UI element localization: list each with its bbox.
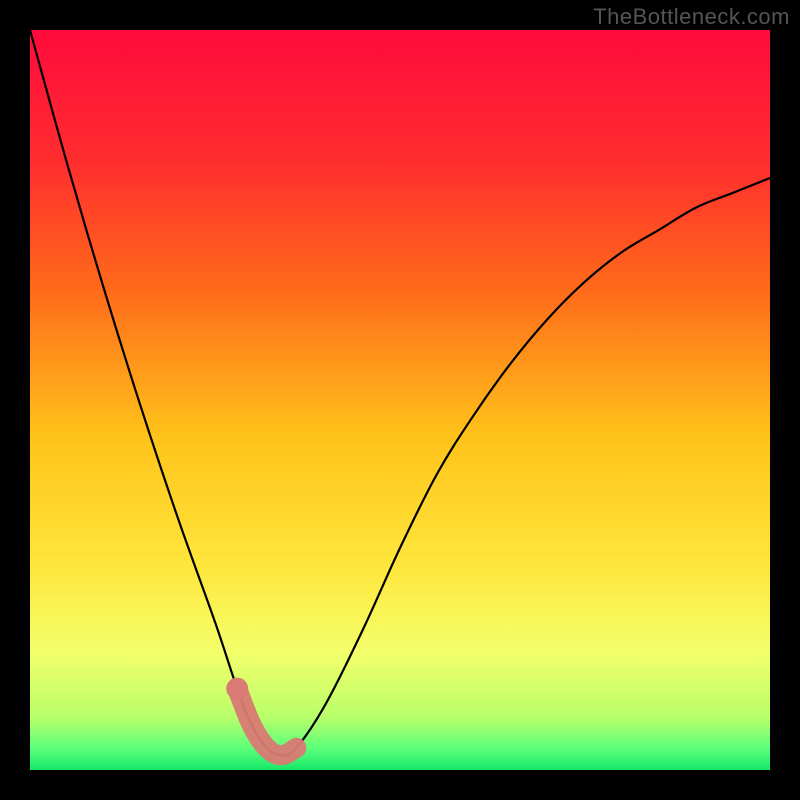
bottleneck-chart	[0, 0, 800, 800]
gradient-background	[30, 30, 770, 770]
watermark-text: TheBottleneck.com	[593, 4, 790, 30]
app-frame: TheBottleneck.com	[0, 0, 800, 800]
recommended-range-dot	[226, 678, 248, 700]
